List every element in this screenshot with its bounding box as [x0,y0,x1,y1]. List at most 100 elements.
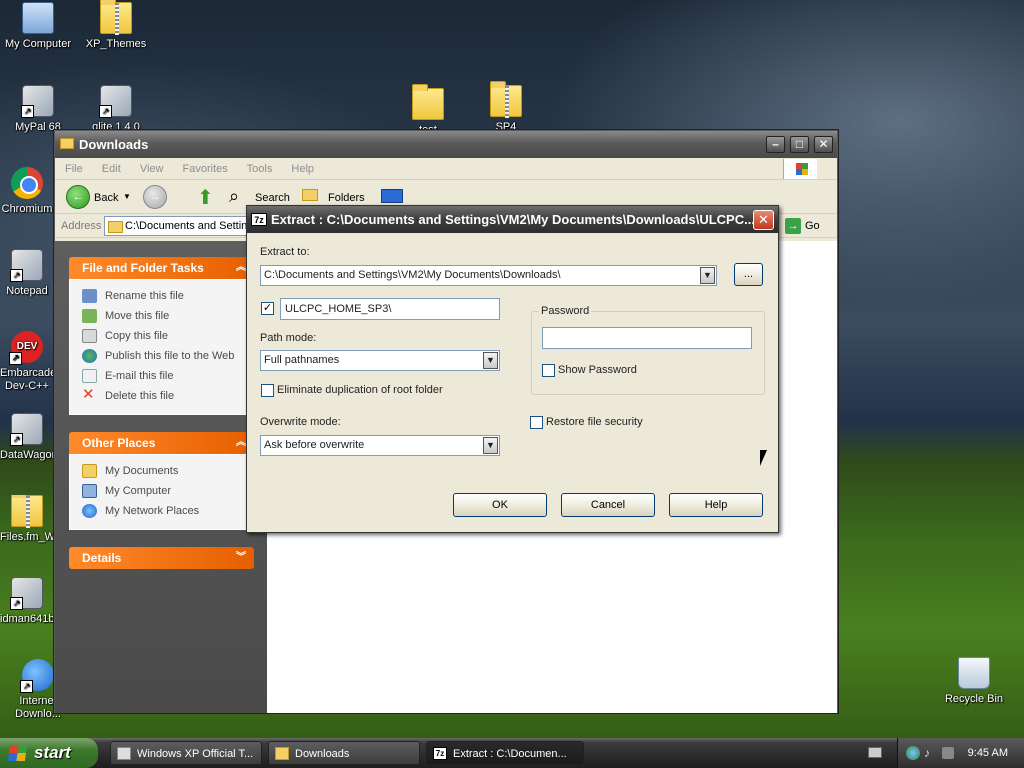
eliminate-duplication-checkbox[interactable] [261,384,274,397]
details-title: Details [82,551,122,565]
desktop-icon-label: idman641b [0,613,54,625]
desktop-icon-qlite[interactable]: qlite 1.4.0 [78,85,154,134]
folders-button[interactable]: Folders [328,192,365,204]
desktop-icon-mypal[interactable]: MyPal 68 [0,85,76,134]
menu-view[interactable]: View [140,163,164,175]
desktop-icon-sp4[interactable]: SP4 [468,81,544,134]
desktop-icon-my-computer[interactable]: My Computer [0,2,76,51]
desktop-icon-files-fm[interactable]: Files.fm_W [0,495,54,544]
desktop-icon-devcpp[interactable]: DEV Embarcadero Dev-C++ [0,331,54,393]
go-label: Go [805,220,820,232]
eliminate-duplication-label: Eliminate duplication of root folder [277,384,443,396]
views-icon[interactable] [381,189,403,203]
taskbar-item-label: Extract : C:\Documen... [453,748,567,760]
path-mode-value: Full pathnames [264,354,340,366]
collapse-chevron-icon[interactable]: ︽ [236,432,246,454]
maximize-button[interactable]: □ [790,136,809,153]
ok-button[interactable]: OK [453,493,547,517]
desktop-icon-notepad[interactable]: Notepad [0,249,54,298]
help-button[interactable]: Help [669,493,763,517]
dropdown-arrow-icon[interactable]: ▼ [700,267,715,284]
dialog-close-button[interactable]: ✕ [753,210,774,230]
details-panel: Details ︾ [69,547,254,569]
other-places-header[interactable]: Other Places ︽ [69,432,254,454]
dropdown-arrow-icon[interactable]: ▼ [483,437,498,454]
extract-to-combo[interactable]: C:\Documents and Settings\VM2\My Documen… [260,265,717,286]
taskbar-item-windows-xp-themes[interactable]: Windows XP Official T... [110,741,262,765]
details-header[interactable]: Details ︾ [69,547,254,569]
folder-checkbox[interactable]: ✓ [261,302,274,315]
close-button[interactable]: ✕ [814,136,833,153]
browse-button[interactable]: ... [734,263,763,286]
task-email[interactable]: E-mail this file [82,366,253,386]
download-manager-icon [20,659,54,693]
go-button[interactable]: → Go [785,218,820,234]
desktop-icon-xp-themes[interactable]: XP_Themes [78,0,154,51]
collapse-chevron-icon[interactable]: ︽ [236,257,246,279]
mouse-cursor-icon [760,450,767,466]
taskbar-item-label: Downloads [295,748,350,760]
folder-name-input[interactable]: ULCPC_HOME_SP3\ [280,298,500,320]
computer-icon [22,2,54,34]
delete-icon: ✕ [82,386,95,403]
system-tray: ♪ 9:45 AM [897,738,1024,768]
desktop-icon-label: Chromium [1,203,53,215]
place-label: My Network Places [105,505,200,517]
menu-edit[interactable]: Edit [102,163,121,175]
task-move[interactable]: Move this file [82,306,253,326]
dialog-titlebar[interactable]: 7z Extract : C:\Documents and Settings\V… [247,206,778,233]
password-group [531,311,765,395]
file-tasks-list: Rename this file Move this file Copy thi… [69,279,254,415]
cancel-button[interactable]: Cancel [561,493,655,517]
desktop-icon-idman[interactable]: idman641b [0,577,54,626]
task-delete[interactable]: ✕ Delete this file [82,386,253,406]
desktop-icon-label: Embarcadero Dev-C++ [0,367,54,392]
other-places-title: Other Places [82,436,156,450]
restore-security-checkbox[interactable] [530,416,543,429]
taskbar-item-extract[interactable]: 7z Extract : C:\Documen... [426,741,584,765]
desktop-icon-chromium[interactable]: Chromium [0,167,54,216]
minimize-button[interactable]: – [766,136,785,153]
path-mode-select[interactable]: Full pathnames ▼ [260,350,500,371]
overwrite-mode-value: Ask before overwrite [264,439,365,451]
extract-to-value: C:\Documents and Settings\VM2\My Documen… [264,269,561,281]
place-my-computer[interactable]: My Computer [82,481,253,501]
extract-dialog: 7z Extract : C:\Documents and Settings\V… [246,205,779,533]
overwrite-mode-select[interactable]: Ask before overwrite ▼ [260,435,500,456]
desktop-icon-recycle-bin[interactable]: Recycle Bin [936,657,1012,706]
my-documents-icon [82,464,97,478]
search-button[interactable]: Search [255,192,290,204]
expand-chevron-icon[interactable]: ︾ [236,547,246,569]
task-copy[interactable]: Copy this file [82,326,253,346]
dropdown-arrow-icon[interactable]: ▼ [483,352,498,369]
up-folder-icon[interactable]: ⬆ [197,185,214,210]
desktop-icon-datawagon[interactable]: DataWagon [0,413,54,462]
tray-app-icon[interactable] [942,747,954,759]
menu-help[interactable]: Help [291,163,314,175]
explorer-titlebar[interactable]: Downloads – □ ✕ [55,131,837,158]
email-icon [82,369,97,383]
forward-button[interactable]: → [143,185,167,209]
back-dropdown-icon[interactable]: ▼ [123,192,131,201]
place-my-network-places[interactable]: My Network Places [82,501,253,521]
back-button[interactable]: ← [66,185,90,209]
menu-favorites[interactable]: Favorites [183,163,228,175]
taskbar-item-downloads[interactable]: Downloads [268,741,420,765]
back-label: Back [94,192,119,204]
task-rename[interactable]: Rename this file [82,286,253,306]
menu-file[interactable]: File [65,163,83,175]
task-publish[interactable]: Publish this file to the Web [82,346,253,366]
password-input[interactable] [542,327,752,349]
notepad-icon [10,249,43,282]
show-password-checkbox[interactable] [542,364,555,377]
show-password-label: Show Password [558,364,637,376]
network-tray-icon[interactable] [906,746,920,760]
file-tasks-header[interactable]: File and Folder Tasks ︽ [69,257,254,279]
place-my-documents[interactable]: My Documents [82,461,253,481]
menu-tools[interactable]: Tools [247,163,273,175]
volume-icon[interactable]: ♪ [924,746,938,760]
task-label: Rename this file [105,290,184,302]
search-icon[interactable]: ⌕ [229,186,239,207]
keyboard-icon[interactable] [868,747,882,758]
start-button[interactable]: start [0,738,98,768]
